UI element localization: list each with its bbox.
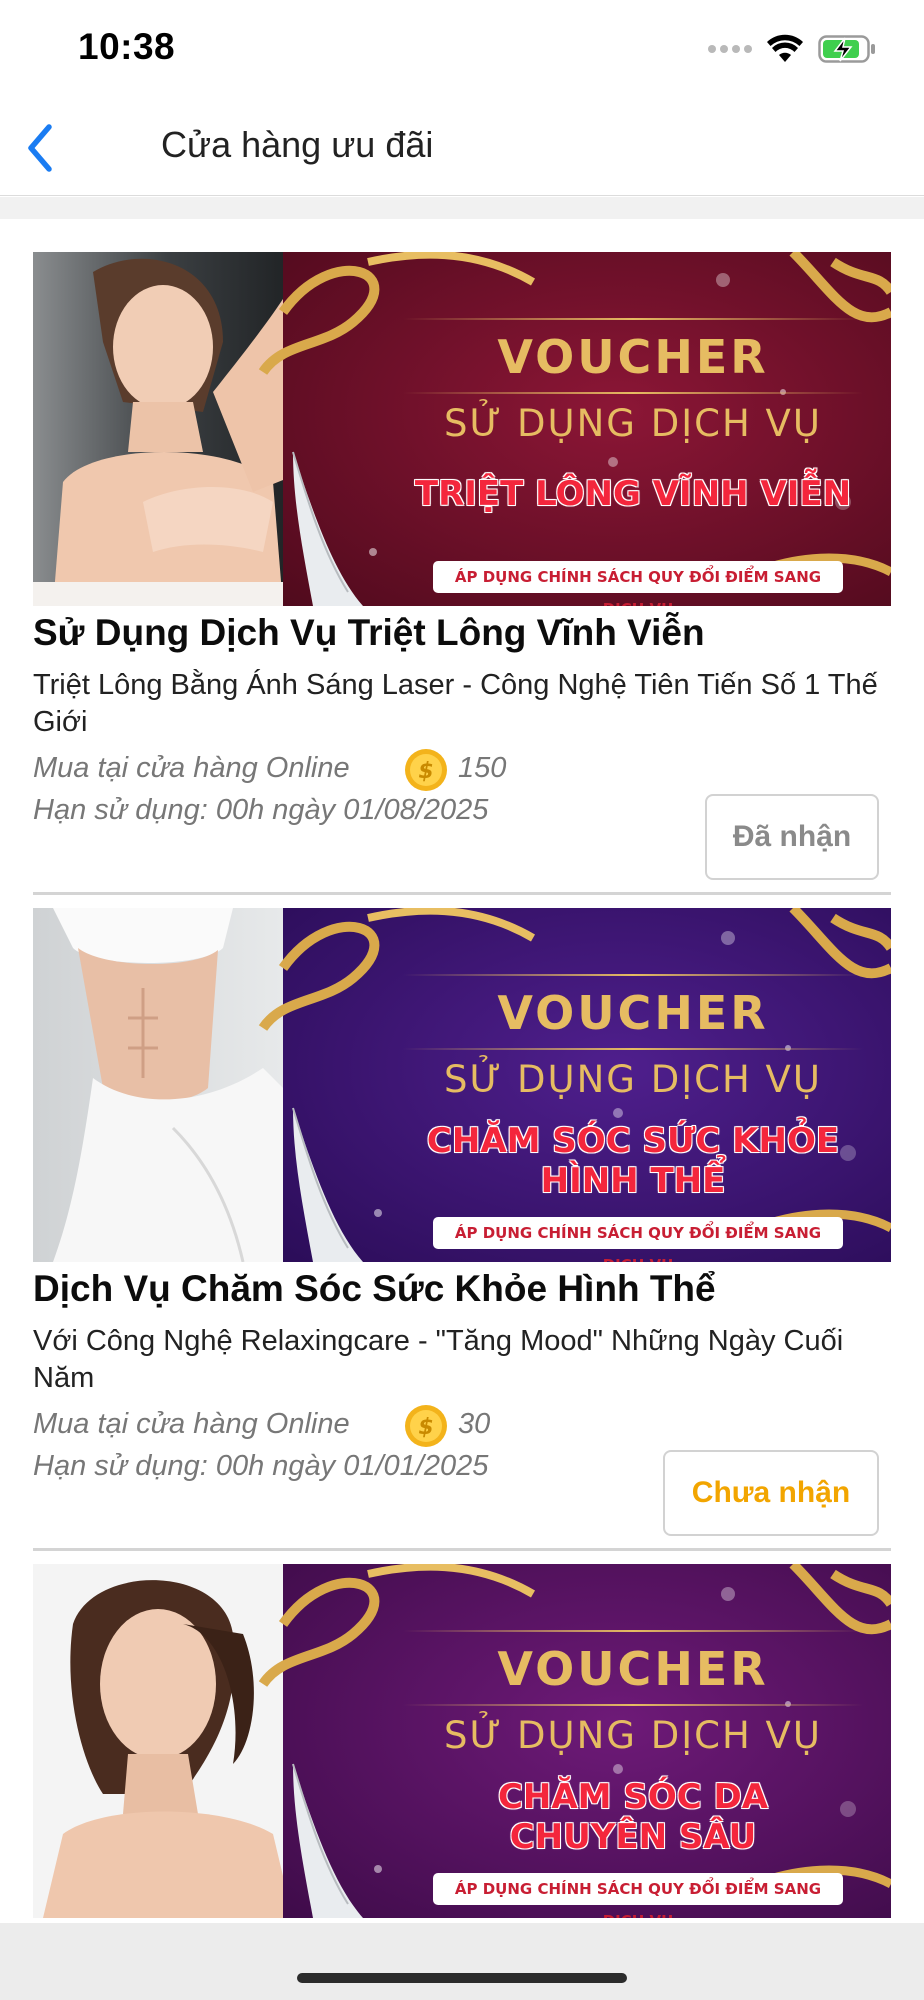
points-cost: 150 [458,752,507,784]
voucher-description: Triệt Lông Bằng Ánh Sáng Laser - Công Ng… [33,669,878,738]
points-cost: 30 [458,1408,491,1440]
wifi-icon [767,34,803,62]
expiry-date: Hạn sử dụng: 00h ngày 01/01/2025 [33,1450,489,1482]
home-indicator-area [0,1923,924,2000]
voucher-card[interactable]: VOUCHER SỬ DỤNG DỊCH VỤ CHĂM SÓC DA CHUY… [33,1564,891,1918]
voucher-card[interactable]: VOUCHER SỬ DỤNG DỊCH VỤ CHĂM SÓC SỨC KHỎ… [33,908,891,1551]
banner-subtitle: SỬ DỤNG DỊCH VỤ [444,1058,822,1101]
banner-divider [403,1704,863,1706]
banner-divider [403,974,863,976]
voucher-banner[interactable]: VOUCHER SỬ DỤNG DỊCH VỤ TRIỆT LÔNG VĨNH … [33,252,891,606]
claimed-button[interactable]: Đã nhận [705,794,879,880]
page-title: Cửa hàng ưu đãi [161,124,434,165]
page-curl-decoration [292,1107,363,1262]
expiry-date: Hạn sử dụng: 00h ngày 01/08/2025 [33,794,489,826]
navigation-bar: Cửa hàng ưu đãi [0,100,924,196]
battery-charging-icon [818,35,875,63]
voucher-banner[interactable]: VOUCHER SỬ DỤNG DỊCH VỤ CHĂM SÓC SỨC KHỎ… [33,908,891,1262]
status-time: 10:38 [78,26,176,67]
header-separator [0,197,924,219]
banner-service-name: CHĂM SÓC DA [497,1777,769,1817]
gold-coin-icon: $ [405,1405,447,1447]
banner-policy-note: ÁP DỤNG CHÍNH SÁCH QUY ĐỔI ĐIỂM SANG DỊC… [433,1873,843,1918]
voucher-title: Dịch Vụ Chăm Sóc Sức Khỏe Hình Thể [33,1268,716,1309]
voucher-banner-text: VOUCHER SỬ DỤNG DỊCH VỤ TRIỆT LÔNG VĨNH … [373,252,891,606]
voucher-banner-text: VOUCHER SỬ DỤNG DỊCH VỤ CHĂM SÓC DA CHUY… [373,1564,891,1918]
banner-kicker: VOUCHER [497,1642,769,1696]
purchase-location: Mua tại cửa hàng Online [33,1408,350,1440]
page-curl-decoration [292,1763,363,1918]
back-button[interactable] [10,118,70,178]
claim-button[interactable]: Chưa nhận [663,1450,879,1536]
voucher-title: Sử Dụng Dịch Vụ Triệt Lông Vĩnh Viễn [33,612,705,653]
banner-policy-note: ÁP DỤNG CHÍNH SÁCH QUY ĐỔI ĐIỂM SANG DỊC… [433,561,843,606]
banner-subtitle: SỬ DỤNG DỊCH VỤ [444,1714,822,1757]
banner-divider [403,392,863,394]
divider [33,1548,891,1551]
gold-coin-icon: $ [405,749,447,791]
svg-text:$: $ [418,759,433,784]
banner-kicker: VOUCHER [497,986,769,1040]
banner-divider [403,1048,863,1050]
voucher-banner[interactable]: VOUCHER SỬ DỤNG DỊCH VỤ CHĂM SÓC DA CHUY… [33,1564,891,1918]
home-indicator[interactable] [297,1973,627,1983]
svg-text:$: $ [418,1415,433,1440]
page-curl-decoration [292,451,363,606]
banner-policy-note: ÁP DỤNG CHÍNH SÁCH QUY ĐỔI ĐIỂM SANG DỊC… [433,1217,843,1262]
voucher-card[interactable]: VOUCHER SỬ DỤNG DỊCH VỤ TRIỆT LÔNG VĨNH … [33,252,891,895]
banner-service-name: CHĂM SÓC SỨC KHỎE [426,1121,840,1161]
banner-subtitle: SỬ DỤNG DỊCH VỤ [444,402,822,445]
cellular-signal-icon [708,45,752,53]
status-indicators [708,34,876,64]
chevron-left-icon [28,124,52,172]
purchase-location: Mua tại cửa hàng Online [33,752,350,784]
status-bar: 10:38 [0,0,924,100]
banner-kicker: VOUCHER [497,330,769,384]
divider [33,892,891,895]
banner-service-name: TRIỆT LÔNG VĨNH VIỄN [414,474,852,514]
banner-service-name-line2: CHUYÊN SÂU [509,1817,757,1857]
voucher-banner-text: VOUCHER SỬ DỤNG DỊCH VỤ CHĂM SÓC SỨC KHỎ… [373,908,891,1262]
banner-service-name-line2: HÌNH THỂ [540,1161,726,1201]
banner-divider [403,1630,863,1632]
banner-divider [403,318,863,320]
voucher-description: Với Công Nghệ Relaxingcare - "Tăng Mood"… [33,1325,844,1394]
